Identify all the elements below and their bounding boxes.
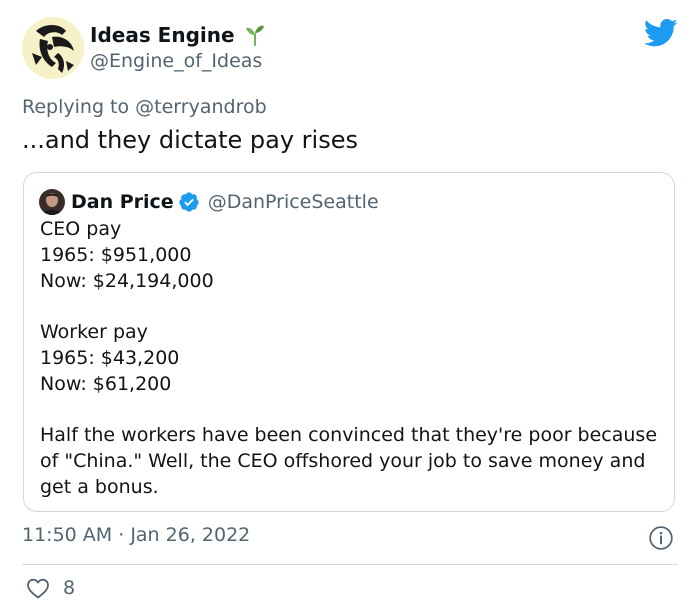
tweet-date: Jan 26, 2022 bbox=[130, 524, 251, 546]
author-avatar[interactable] bbox=[22, 17, 84, 79]
quoted-tweet-text: CEO pay 1965: $951,000 Now: $24,194,000 … bbox=[40, 217, 665, 501]
quoted-text-line: Worker pay bbox=[40, 321, 148, 344]
like-count: 8 bbox=[63, 577, 76, 599]
quoted-text-line: Now: $61,200 bbox=[40, 372, 172, 395]
quoted-author-avatar bbox=[39, 189, 65, 215]
quoted-text-line: get a bonus. bbox=[40, 475, 159, 498]
quoted-text-line: CEO pay bbox=[40, 218, 122, 240]
tweet-time: 11:50 AM bbox=[22, 524, 113, 546]
quoted-tweet[interactable]: Dan Price @DanPriceSeattle CEO pay 1965:… bbox=[23, 172, 675, 512]
divider bbox=[22, 564, 678, 565]
quoted-author-name: Dan Price bbox=[71, 191, 174, 213]
like-action[interactable]: 8 bbox=[26, 577, 75, 599]
quoted-text-line: 1965: $43,200 bbox=[40, 346, 180, 369]
quoted-text-line: of "China." Well, the CEO offshored your… bbox=[40, 450, 646, 473]
quoted-text-line: Now: $24,194,000 bbox=[40, 269, 214, 292]
author-handle[interactable]: @Engine_of_Ideas bbox=[90, 50, 262, 72]
replying-to-label: Replying to bbox=[22, 96, 136, 118]
info-icon[interactable] bbox=[648, 525, 674, 551]
author-name-row: Ideas Engine bbox=[90, 22, 267, 48]
quoted-text-line: Half the workers have been convinced tha… bbox=[40, 424, 658, 447]
avatar-photo bbox=[39, 189, 65, 215]
reply-mention-link[interactable]: @terryandrob bbox=[135, 96, 267, 118]
tweet-card: Ideas Engine @Engine_of_Ideas Replying t… bbox=[0, 0, 700, 616]
quoted-author-handle: @DanPriceSeattle bbox=[207, 191, 379, 213]
heart-icon[interactable] bbox=[26, 577, 50, 599]
sprout-icon bbox=[245, 25, 264, 46]
replying-to-line: Replying to @terryandrob bbox=[22, 96, 267, 118]
tweet-text: ...and they dictate pay rises bbox=[22, 126, 358, 154]
twitter-bird-icon[interactable] bbox=[644, 18, 678, 48]
avatar-illustration bbox=[22, 17, 84, 79]
verified-badge-icon bbox=[179, 192, 199, 212]
author-display-name[interactable]: Ideas Engine bbox=[90, 23, 235, 47]
quoted-text-line bbox=[40, 398, 665, 424]
meta-separator: · bbox=[112, 524, 131, 546]
tweet-timestamp[interactable]: 11:50 AM · Jan 26, 2022 bbox=[22, 524, 250, 546]
quoted-text-line: 1965: $951,000 bbox=[40, 243, 192, 266]
quoted-tweet-header: Dan Price @DanPriceSeattle bbox=[39, 188, 379, 216]
quoted-text-line bbox=[40, 294, 665, 320]
